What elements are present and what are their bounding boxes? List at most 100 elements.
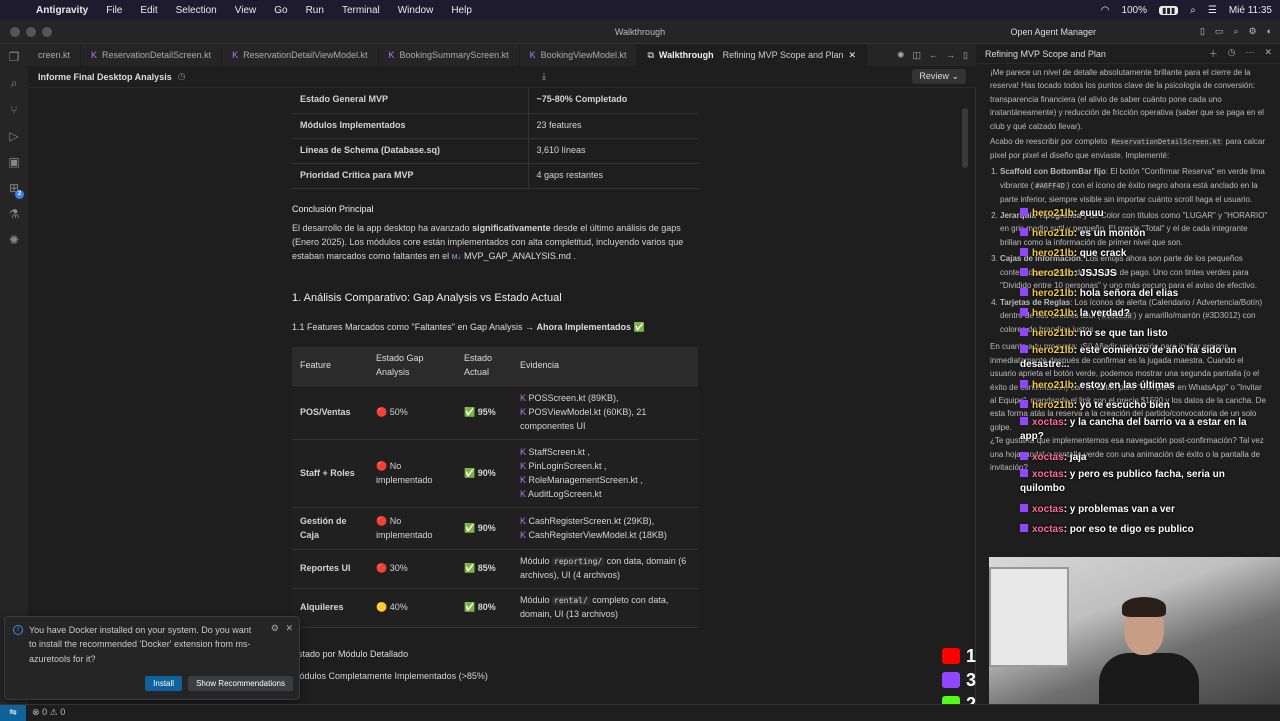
- twitch-icon: [1020, 524, 1028, 532]
- chat-text: : que crack: [1073, 248, 1127, 259]
- twitch-icon: [1020, 380, 1028, 388]
- table-row: POS/Ventas 🔴 50% ✅ 95% K POSScreen.kt (8…: [292, 385, 698, 441]
- menu-terminal[interactable]: Terminal: [342, 5, 380, 16]
- gap-cell: 🔴 30%: [368, 549, 456, 589]
- inline-code: ReservationDetailScreen.kt: [1109, 138, 1224, 147]
- agent-icon[interactable]: ✺: [9, 233, 19, 247]
- check-icon: ✅: [633, 322, 645, 333]
- split-editor-icon[interactable]: ▯: [963, 50, 968, 61]
- column-header: Feature: [292, 347, 368, 387]
- twitch-icon: [1020, 308, 1028, 316]
- remote-indicator-icon[interactable]: ⇋: [0, 704, 26, 721]
- remote-explorer-icon[interactable]: ▣: [8, 155, 19, 169]
- close-icon[interactable]: ✕: [849, 50, 857, 61]
- menu-file[interactable]: File: [106, 5, 122, 16]
- chat-username: hero21lb: [1032, 400, 1074, 411]
- chat-message: hero21lb: es un montón: [1020, 224, 1270, 244]
- panel-divider[interactable]: [968, 88, 976, 704]
- kotlin-file-icon: K: [91, 50, 98, 60]
- source-control-icon[interactable]: ⑂: [10, 103, 17, 117]
- more-icon[interactable]: ⋯: [1245, 47, 1254, 60]
- agent-icon[interactable]: ✺: [897, 50, 905, 61]
- tab-file[interactable]: K BookingViewModel.kt: [520, 44, 638, 66]
- feature-cell: Reportes UI: [292, 549, 368, 589]
- wifi-icon[interactable]: ◠: [1101, 5, 1110, 16]
- menu-app-name[interactable]: Antigravity: [36, 5, 88, 16]
- install-button[interactable]: Install: [145, 676, 183, 691]
- chat-username: hero21lb: [1032, 208, 1074, 219]
- chat-text: : yo te escucho bien: [1073, 400, 1170, 411]
- history-icon[interactable]: ◷: [1228, 47, 1236, 60]
- close-icon[interactable]: ✕: [1264, 47, 1272, 60]
- download-icon[interactable]: ⤓: [542, 71, 546, 82]
- tab-file[interactable]: creen.kt: [28, 44, 82, 66]
- account-avatar[interactable]: ◐: [1267, 26, 1272, 37]
- column-header: Evidencia: [512, 347, 698, 387]
- menu-view[interactable]: View: [235, 5, 257, 16]
- error-count: 0: [42, 707, 48, 717]
- search-icon[interactable]: ⌕: [11, 76, 18, 91]
- streamer-hair: [1122, 597, 1166, 617]
- file-link[interactable]: M↓ MVP_GAP_ANALYSIS.md: [452, 251, 571, 261]
- twitch-icon: [1020, 248, 1028, 256]
- run-debug-icon[interactable]: ▷: [9, 129, 18, 143]
- table-cell: Prioridad Crítica para MVP: [292, 163, 529, 189]
- layout-sidebar-icon[interactable]: ▯: [1200, 26, 1205, 37]
- problems-indicator[interactable]: ⊗ 0 ⚠ 0: [32, 707, 65, 718]
- kotlin-file-icon: K: [520, 529, 529, 540]
- menu-window[interactable]: Window: [398, 5, 434, 16]
- agent-conversation-title: Refining MVP Scope and Plan: [985, 48, 1106, 59]
- tab-file[interactable]: K ReservationDetailScreen.kt: [81, 44, 223, 66]
- history-icon[interactable]: ◷: [178, 71, 186, 82]
- layout-panel-icon[interactable]: ▭: [1215, 26, 1224, 37]
- gap-cell: 🟡 40%: [368, 588, 456, 628]
- tab-walkthrough[interactable]: ⧉ Walkthrough Refining MVP Scope and Pla…: [637, 44, 868, 66]
- extensions-icon[interactable]: ⊞ 2: [9, 181, 25, 199]
- macos-menubar: Antigravity File Edit Selection View Go …: [0, 0, 1280, 20]
- control-center-icon[interactable]: ☰: [1208, 5, 1217, 16]
- chat-text: : hola señora del elias: [1073, 288, 1179, 299]
- youtube-counter: 1: [942, 644, 986, 668]
- search-icon[interactable]: ⌕: [1190, 5, 1196, 16]
- tab-label: BookingSummaryScreen.kt: [399, 50, 509, 60]
- chat-text: : la verdad?: [1073, 308, 1130, 319]
- battery-icon[interactable]: ▮▮▮: [1159, 5, 1179, 15]
- markdown-preview: Estado General MVP ~75-80% Completado Mód…: [28, 88, 968, 704]
- docker-notification: i ⚙ ✕ You have Docker installed on your …: [4, 616, 300, 700]
- menu-run[interactable]: Run: [306, 5, 324, 16]
- twitch-icon: [1020, 268, 1028, 276]
- actual-cell: ✅ 80%: [456, 588, 512, 628]
- tab-file[interactable]: K BookingSummaryScreen.kt: [379, 44, 520, 66]
- show-recommendations-button[interactable]: Show Recommendations: [188, 676, 293, 691]
- evidence-cell: K POSScreen.kt (89KB), K POSViewModel.kt …: [512, 385, 698, 441]
- kotlin-file-icon: K: [520, 474, 529, 485]
- testing-icon[interactable]: ⚗: [9, 207, 20, 221]
- back-arrow-icon[interactable]: ←: [929, 50, 938, 60]
- chat-username: xoctas: [1032, 469, 1064, 480]
- menu-edit[interactable]: Edit: [140, 5, 157, 16]
- kotlin-file-icon: K: [520, 460, 529, 471]
- split-editor-icon[interactable]: ◫: [913, 50, 922, 61]
- actual-cell: ✅ 90%: [456, 507, 512, 551]
- chat-message: hero21lb: la verdad?: [1020, 304, 1270, 324]
- menu-go[interactable]: Go: [274, 5, 287, 16]
- search-icon[interactable]: ⌕: [1233, 26, 1238, 37]
- walkthrough-icon: ⧉: [647, 49, 654, 60]
- menu-help[interactable]: Help: [451, 5, 472, 16]
- kotlin-file-icon: K: [520, 446, 529, 457]
- conclusion-paragraph: El desarrollo de la app desktop ha avanz…: [292, 222, 698, 264]
- settings-icon[interactable]: ⚙: [1248, 26, 1256, 37]
- forward-arrow-icon[interactable]: →: [946, 50, 955, 60]
- explorer-icon[interactable]: ❐: [9, 50, 20, 64]
- open-agent-manager-link[interactable]: Open Agent Manager: [1010, 27, 1096, 37]
- review-button[interactable]: Review ⌄: [912, 69, 966, 84]
- close-icon[interactable]: ✕: [285, 623, 293, 634]
- evidence-line: CashRegisterViewModel.kt (18KB): [528, 529, 667, 540]
- plus-icon[interactable]: ＋: [1209, 47, 1218, 60]
- clock[interactable]: Mié 11:35: [1229, 5, 1272, 16]
- tab-sublabel: Refining MVP Scope and Plan: [722, 50, 844, 60]
- table-cell: 23 features: [528, 113, 698, 139]
- menu-selection[interactable]: Selection: [176, 5, 217, 16]
- tab-file[interactable]: K ReservationDetailViewModel.kt: [222, 44, 379, 66]
- gear-icon[interactable]: ⚙: [271, 623, 279, 634]
